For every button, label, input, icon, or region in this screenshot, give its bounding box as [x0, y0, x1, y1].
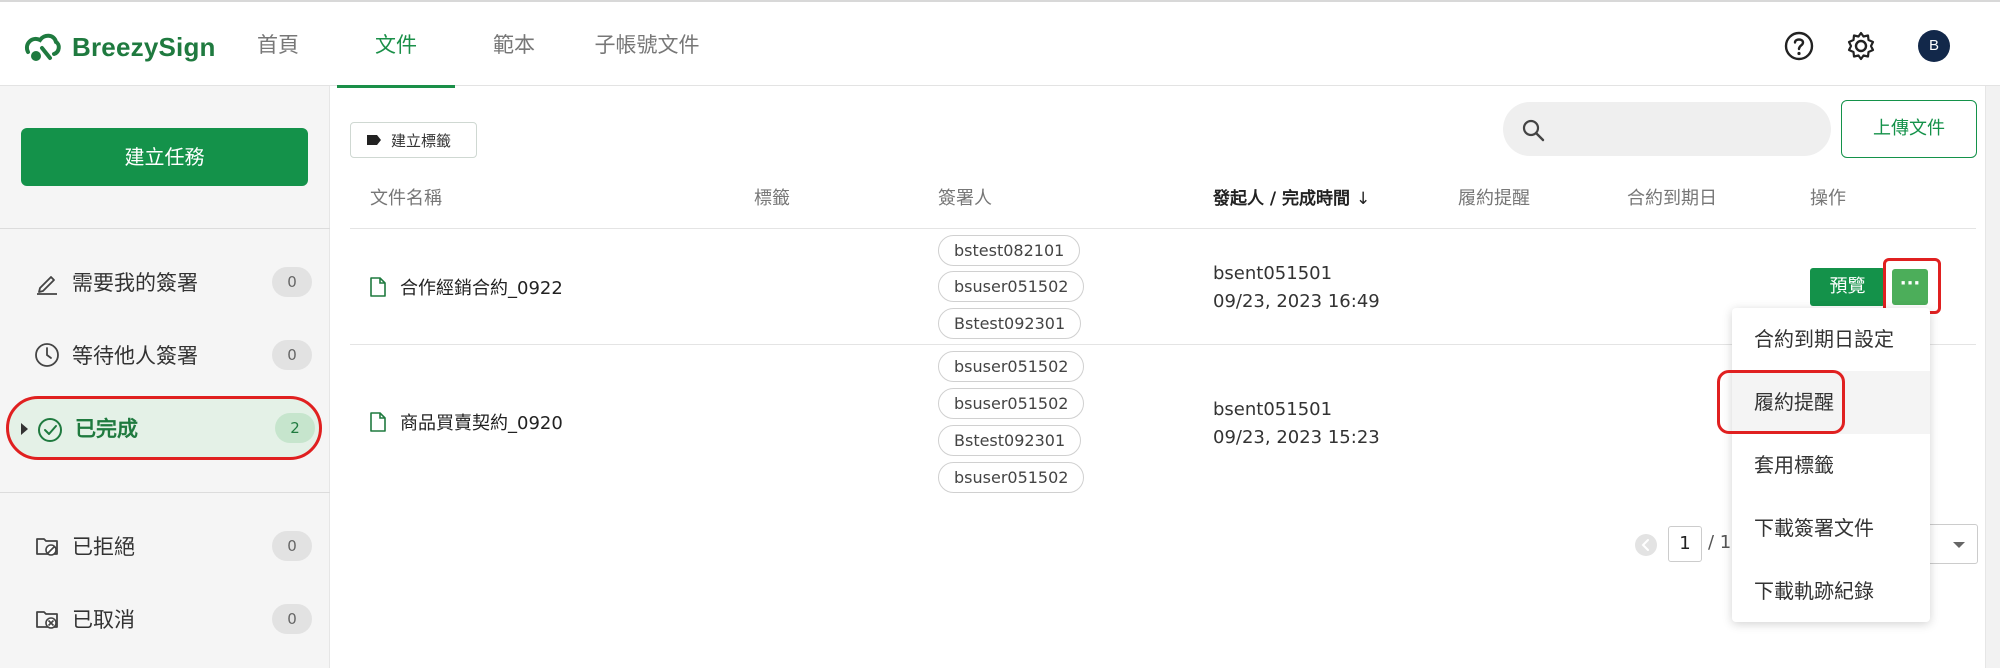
pen-icon — [37, 276, 57, 295]
table-row-doc-name[interactable]: 商品買賣契約_0920 — [370, 409, 563, 435]
check-circle-icon — [38, 418, 62, 442]
menu-item-expiry-setting[interactable]: 合約到期日設定 — [1732, 308, 1930, 371]
top-navbar: BreezySign 首頁 文件 範本 子帳號文件 B — [0, 0, 2000, 88]
clock-icon — [35, 343, 59, 367]
sidebar-divider — [0, 492, 330, 493]
signer-chip: bstest082101 — [938, 235, 1081, 266]
prev-page-button[interactable] — [1635, 534, 1657, 556]
page-scrollbar[interactable] — [1985, 86, 2000, 668]
chevron-down-icon — [1953, 542, 1965, 548]
document-icon — [370, 412, 386, 432]
nav-tab-subaccount-docs[interactable]: 子帳號文件 — [580, 2, 714, 88]
sidebar-item-label: 已取消 — [72, 608, 135, 632]
sort-arrow-down-icon: ↓ — [1355, 189, 1371, 209]
create-task-button[interactable]: 建立任務 — [21, 128, 308, 186]
col-header-reminder: 履約提醒 — [1458, 188, 1530, 209]
nav-tab-templates[interactable]: 範本 — [474, 2, 554, 88]
document-icon — [370, 277, 386, 297]
signer-chip: Bstest092301 — [938, 308, 1082, 339]
signer-chip: bsuser051502 — [938, 462, 1085, 493]
signer-chip: Bstest092301 — [938, 425, 1082, 456]
menu-item-apply-tag[interactable]: 套用標籤 — [1732, 434, 1930, 497]
brand-name: BreezySign — [72, 31, 216, 62]
sidebar-item-label: 等待他人簽署 — [72, 344, 198, 368]
col-header-signers: 簽署人 — [938, 188, 992, 209]
gear-icon[interactable] — [1845, 30, 1877, 62]
doc-name-label: 合作經銷合約_0922 — [400, 278, 563, 299]
more-actions-menu: 合約到期日設定 履約提醒 套用標籤 下載簽署文件 下載軌跡紀錄 — [1732, 308, 1930, 622]
sidebar-item-label: 已完成 — [75, 417, 138, 441]
sidebar-item-rejected[interactable]: 已拒絕 0 — [6, 515, 322, 577]
col-header-tags: 標籤 — [754, 188, 790, 209]
count-badge: 2 — [275, 413, 315, 443]
col-header-actions: 操作 — [1810, 188, 1846, 209]
menu-item-download-audit[interactable]: 下載軌跡紀錄 — [1732, 560, 1930, 623]
sender-info: bsent051501 09/23, 2023 15:23 — [1213, 396, 1380, 452]
upload-document-button[interactable]: 上傳文件 — [1841, 100, 1977, 158]
nav-tab-documents[interactable]: 文件 — [337, 2, 455, 88]
more-actions-highlight: ··· — [1883, 258, 1941, 314]
sidebar-item-completed[interactable]: 已完成 2 — [6, 396, 322, 460]
search-icon — [1522, 119, 1545, 142]
sidebar-item-need-my-signature[interactable]: 需要我的簽署 0 — [6, 251, 322, 313]
create-tag-button[interactable]: 建立標籤 — [350, 122, 477, 158]
signer-chip: bsuser051502 — [938, 271, 1085, 302]
leaf-logo-icon — [25, 33, 61, 61]
doc-name-label: 商品買賣契約_0920 — [400, 413, 563, 434]
sender-name: bsent051501 — [1213, 263, 1333, 284]
create-tag-label: 建立標籤 — [391, 131, 452, 150]
sidebar-item-waiting-others[interactable]: 等待他人簽署 0 — [6, 324, 322, 386]
signer-chip: bsuser051502 — [938, 388, 1085, 419]
completed-time: 09/23, 2023 15:23 — [1213, 427, 1380, 448]
col-header-sender-time[interactable]: 發起人 / 完成時間 ↓ — [1213, 184, 1370, 209]
col-header-sender-time-label: 發起人 / 完成時間 — [1213, 189, 1351, 209]
count-badge: 0 — [272, 604, 312, 634]
sidebar-divider — [0, 228, 330, 229]
count-badge: 0 — [272, 267, 312, 297]
folder-cancel-icon — [36, 611, 58, 629]
count-badge: 0 — [272, 531, 312, 561]
folder-reject-icon — [36, 538, 58, 556]
page-total: / 1 — [1708, 532, 1732, 553]
table-row-doc-name[interactable]: 合作經銷合約_0922 — [370, 274, 563, 300]
menu-item-download-signed[interactable]: 下載簽署文件 — [1732, 497, 1930, 560]
sidebar: 建立任務 需要我的簽署 0 等待他人簽署 0 已完成 2 已拒絕 0 已取消 0 — [0, 86, 330, 668]
page-number-input[interactable]: 1 — [1668, 526, 1702, 562]
table-divider — [350, 228, 1976, 229]
preview-button[interactable]: 預覽 — [1810, 268, 1885, 306]
chevron-left-icon — [1641, 539, 1649, 551]
col-header-doc-name: 文件名稱 — [370, 188, 442, 209]
count-badge: 0 — [272, 340, 312, 370]
caret-right-icon — [21, 423, 28, 435]
sidebar-item-label: 已拒絕 — [72, 535, 135, 559]
more-actions-button[interactable]: ··· — [1892, 269, 1928, 305]
completed-time: 09/23, 2023 16:49 — [1213, 291, 1380, 312]
user-avatar[interactable]: B — [1918, 30, 1950, 62]
brand-logo[interactable]: BreezySign — [22, 30, 216, 64]
sender-name: bsent051501 — [1213, 399, 1333, 420]
nav-tab-home[interactable]: 首頁 — [238, 2, 318, 88]
search-input[interactable] — [1503, 102, 1831, 156]
sidebar-item-label: 需要我的簽署 — [72, 271, 198, 295]
sidebar-item-cancelled[interactable]: 已取消 0 — [6, 588, 322, 650]
signer-chip: bsuser051502 — [938, 351, 1085, 382]
tag-icon — [367, 135, 381, 145]
sender-info: bsent051501 09/23, 2023 16:49 — [1213, 260, 1380, 316]
help-icon[interactable] — [1783, 30, 1815, 62]
reminder-highlight-ring — [1717, 370, 1845, 434]
col-header-expiry: 合約到期日 — [1627, 188, 1717, 209]
ellipsis-icon: ··· — [1899, 273, 1921, 294]
